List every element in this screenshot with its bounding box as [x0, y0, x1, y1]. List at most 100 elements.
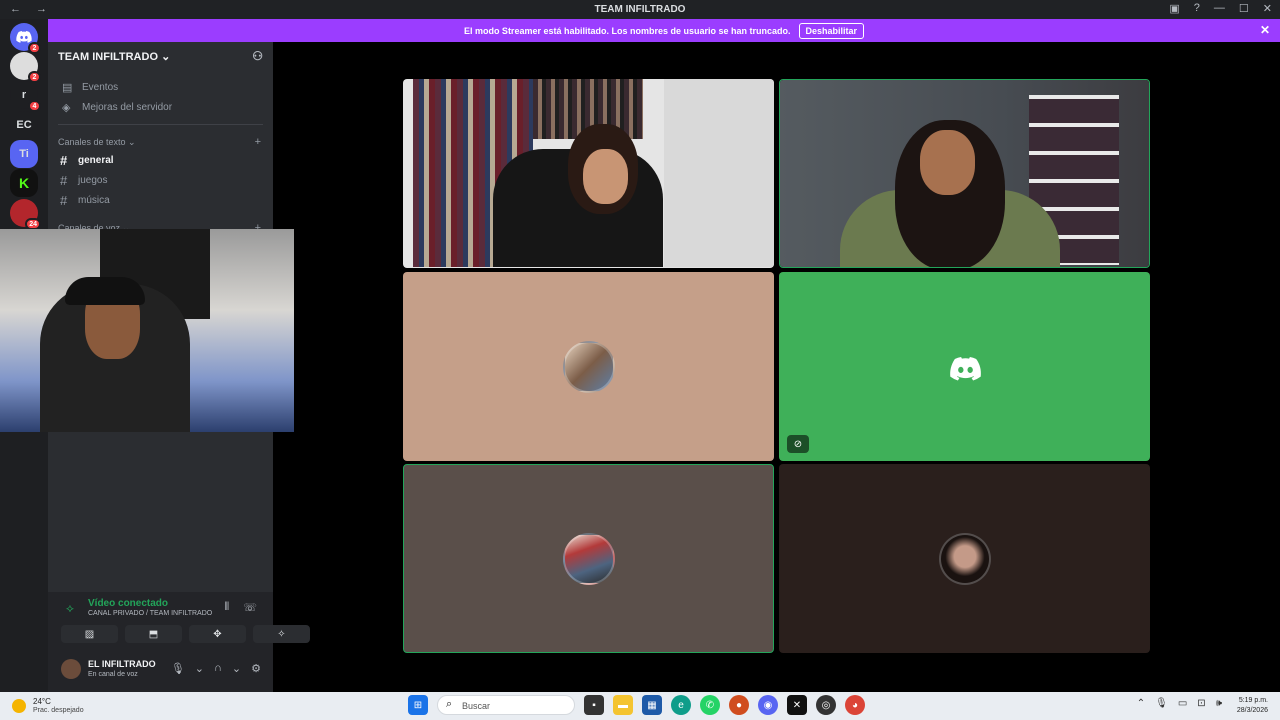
close-button[interactable]: ✕	[1263, 2, 1272, 15]
server-icon[interactable]: EC	[10, 111, 38, 139]
system-tray: ⌃ 🎙︎ ▭ ⊡ 🕪	[1137, 698, 1222, 709]
whatsapp-icon[interactable]: ✆	[700, 695, 720, 715]
microphone-icon[interactable]: 🎙︎	[171, 662, 185, 675]
disconnect-icon[interactable]: ☏	[243, 601, 257, 614]
temperature: 24°C	[33, 697, 51, 706]
server-icon[interactable]: Ti	[10, 140, 38, 168]
video-tile[interactable]	[403, 79, 774, 268]
channel-juegos[interactable]: # juegos	[56, 171, 265, 191]
weather-description: Prac. despejado	[33, 707, 84, 714]
hash-icon: #	[60, 193, 68, 208]
voice-status[interactable]: Vídeo conectado	[88, 598, 168, 609]
kick-icon: K	[18, 175, 30, 191]
store-icon[interactable]: ▦	[642, 695, 662, 715]
discord-taskbar-icon[interactable]: ◉	[758, 695, 778, 715]
user-panel: EL INFILTRADO En canal de voz 🎙︎ ⌄ ∩ ⌄ ⚙	[61, 657, 261, 683]
windows-taskbar: 24°C Prac. despejado ⊞ ⌕ Buscar ▪ ▬ ▦ e …	[0, 692, 1280, 720]
boost-icon: ◈	[62, 102, 71, 114]
avatar	[938, 532, 991, 585]
username[interactable]: EL INFILTRADO	[88, 659, 156, 669]
voice-channel[interactable]: CANAL PRIVADO / TEAM INFILTRADO	[88, 610, 212, 617]
server-icon[interactable]: 2	[10, 52, 41, 83]
sun-icon	[12, 699, 26, 713]
capcut-icon[interactable]: ✕	[787, 695, 807, 715]
user-controls: 🎙︎ ⌄ ∩ ⌄ ⚙	[171, 662, 261, 675]
search-placeholder: Buscar	[462, 701, 491, 711]
disable-button[interactable]: Deshabilitar	[798, 22, 865, 39]
app-icon[interactable]: ●	[729, 695, 749, 715]
sidebar-item-label: Mejoras del servidor	[82, 102, 173, 113]
gear-icon[interactable]: ⚙	[251, 662, 261, 675]
chevron-up-icon[interactable]: ⌃	[1137, 698, 1145, 709]
chevron-down-icon[interactable]: ⌄	[232, 662, 241, 675]
minimize-button[interactable]: —	[1214, 2, 1225, 15]
channel-name: música	[78, 195, 110, 206]
user-status: En canal de voz	[88, 671, 138, 678]
taskbar-apps: ⊞ ⌕ Buscar ▪ ▬ ▦ e ✆ ● ◉ ✕ ◎ ◕	[408, 695, 865, 715]
windows-start-icon[interactable]: ⊞	[408, 695, 428, 715]
voice-buttons: ▨ ⬒ ✥ ✧	[61, 625, 310, 643]
server-icon[interactable]: 24	[10, 199, 41, 230]
voice-panel: ⟡ Vídeo conectado CANAL PRIVADO / TEAM I…	[48, 592, 310, 692]
server-header[interactable]: TEAM INFILTRADO ⌄ ⚇	[48, 42, 273, 70]
channel-musica[interactable]: # música	[56, 191, 265, 211]
task-view-icon[interactable]: ▪	[584, 695, 604, 715]
maximize-button[interactable]: ☐	[1239, 2, 1249, 15]
search-input[interactable]: ⌕ Buscar	[437, 695, 575, 715]
obs-icon[interactable]: ◎	[816, 695, 836, 715]
soundboard-icon[interactable]: ⦀	[224, 601, 229, 614]
avatar	[562, 532, 615, 585]
voice-controls: ⦀ ☏	[224, 601, 257, 614]
mic-muted-icon: ⊘	[787, 435, 809, 453]
server-icon[interactable]: r 4	[10, 81, 41, 112]
server-badge: 4	[28, 100, 41, 112]
camera-off-button[interactable]: ▨	[61, 625, 118, 643]
invite-people-icon[interactable]: ⚇	[252, 49, 263, 63]
screen-share-button[interactable]: ⬒	[125, 625, 182, 643]
video-tile[interactable]	[779, 79, 1150, 268]
microphone-icon[interactable]: 🎙︎	[1155, 698, 1168, 709]
weather-widget[interactable]: 24°C Prac. despejado	[12, 696, 132, 716]
activities-button[interactable]: ✥	[189, 625, 246, 643]
participant-tile[interactable]	[403, 272, 774, 461]
sidebar-item-boosts[interactable]: ◈ Mejoras del servidor	[56, 98, 265, 118]
add-channel-icon[interactable]: +	[255, 133, 261, 151]
volume-icon[interactable]: 🕪	[1216, 698, 1222, 709]
banner-text: El modo Streamer está habilitado. Los no…	[463, 25, 791, 36]
headphones-icon[interactable]: ∩	[214, 662, 222, 675]
chevron-down-icon: ⌄	[161, 51, 171, 63]
time: 5:19 p.m.	[1238, 697, 1268, 704]
category-text-channels[interactable]: Canales de texto ⌄ +	[48, 133, 273, 151]
chrome-icon[interactable]: ◕	[845, 695, 865, 715]
server-name: TEAM INFILTRADO	[58, 51, 159, 63]
avatar[interactable]	[61, 659, 81, 679]
participant-tile[interactable]	[403, 464, 774, 653]
title-bar: ← → TEAM INFILTRADO ▣ ? — ☐ ✕	[0, 0, 1280, 19]
discord-logo-icon	[949, 357, 982, 386]
sidebar-item-events[interactable]: ▤ Eventos	[56, 78, 265, 98]
file-explorer-icon[interactable]: ▬	[613, 695, 633, 715]
edge-icon[interactable]: e	[671, 695, 691, 715]
channel-name: general	[78, 155, 114, 166]
inbox-icon[interactable]: ▣	[1169, 2, 1179, 15]
close-banner-icon[interactable]: ✕	[1260, 23, 1270, 37]
soundboard-button[interactable]: ✧	[253, 625, 310, 643]
monitor-icon[interactable]: ▭	[1178, 698, 1187, 709]
server-icon[interactable]: K	[10, 169, 38, 197]
server-label: r	[21, 89, 27, 101]
signal-icon[interactable]: ⟡	[66, 601, 74, 616]
server-badge: 2	[28, 71, 41, 83]
cabinet	[664, 79, 774, 267]
avatar	[562, 340, 615, 393]
server-label: EC	[16, 119, 32, 131]
streamer-webcam-overlay	[0, 229, 294, 432]
channel-general[interactable]: # general	[56, 151, 265, 171]
clock[interactable]: 5:19 p.m. 28/3/2026	[1237, 696, 1268, 716]
participant-tile[interactable]: ⊘	[779, 272, 1150, 461]
chevron-down-icon[interactable]: ⌄	[195, 662, 204, 675]
discord-home-icon[interactable]: 2	[10, 23, 41, 54]
hash-icon: #	[60, 153, 68, 168]
help-icon[interactable]: ?	[1194, 2, 1200, 15]
network-icon[interactable]: ⊡	[1197, 698, 1205, 709]
participant-tile[interactable]	[779, 464, 1150, 653]
